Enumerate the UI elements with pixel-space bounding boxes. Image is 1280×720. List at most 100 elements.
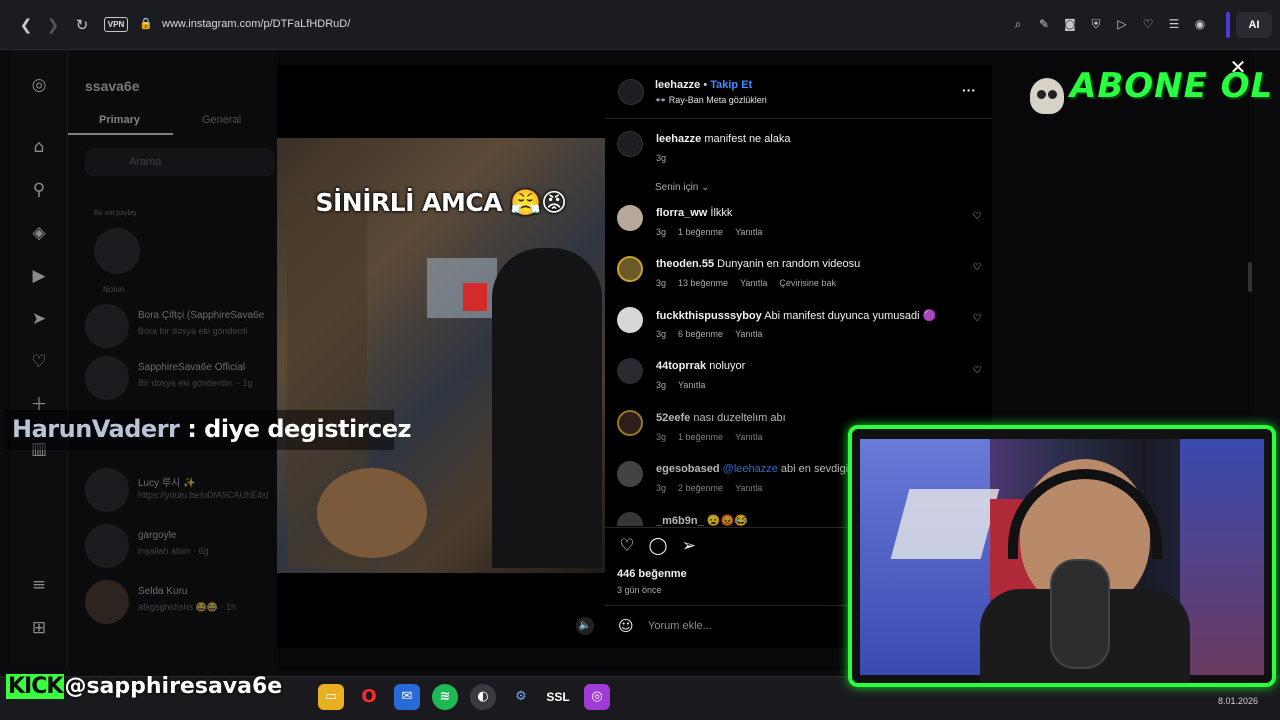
avatar: [85, 468, 129, 512]
tab-primary[interactable]: Primary: [99, 114, 140, 126]
file-explorer-icon[interactable]: ▭: [318, 684, 344, 710]
author-username[interactable]: leehazze: [655, 79, 700, 91]
address-bar[interactable]: www.instagram.com/p/DTFaLfHDRuD/: [162, 18, 350, 30]
video-caption: SİNİRLİ AMCA 😤😡: [315, 188, 567, 217]
taskbar-date: 8.01.2026: [1218, 696, 1259, 706]
skull-graphic: [1030, 78, 1064, 114]
comment: egesobased @leehazze abi en sevdigin: [656, 463, 855, 475]
reels-icon[interactable]: ▶: [28, 265, 50, 287]
comment-like-icon[interactable]: ♡: [971, 365, 983, 377]
account-icon[interactable]: ◉: [1192, 16, 1208, 32]
sort-dropdown[interactable]: Senin için ⌄: [655, 182, 710, 193]
sidebar-accent: [1226, 12, 1230, 38]
instagram-app-icon[interactable]: ◎: [584, 684, 610, 710]
avatar[interactable]: [617, 256, 643, 282]
chat-text: : diye degistircez: [179, 415, 412, 443]
comment: fuckkthispusssyboy Abi manifest duyunca …: [656, 310, 937, 322]
conversation-item[interactable]: Selda Kuru afsgsghshshs 😂😂 · 1h: [85, 580, 275, 628]
post-subtitle[interactable]: 👓 Ray-Ban Meta gözlükleri: [655, 95, 767, 106]
heart-icon[interactable]: ♡: [1140, 16, 1156, 32]
comment-meta: 3g Yanıtla: [656, 380, 706, 390]
avatar[interactable]: [617, 358, 643, 384]
note-bubble[interactable]: Bir not paylaş: [94, 210, 136, 217]
post-caption: leehazze manifest ne alaka: [656, 133, 791, 145]
lock-icon[interactable]: 🔒: [139, 17, 153, 30]
avatar[interactable]: [617, 307, 643, 333]
follow-button[interactable]: Takip Et: [710, 79, 752, 91]
conversation-item[interactable]: gargoyle inşallah abim · 6g: [85, 524, 275, 572]
comment-like-icon[interactable]: ♡: [971, 313, 983, 325]
camera-icon[interactable]: ◙: [1062, 16, 1078, 32]
search-icon[interactable]: ⚲: [28, 179, 50, 201]
mute-icon[interactable]: 🔈: [576, 617, 594, 635]
chat-author: HarunVaderr: [12, 415, 180, 443]
pottery: [317, 468, 427, 558]
chat-message-overlay: HarunVaderr : diye degistircez: [4, 410, 412, 450]
dm-search-input[interactable]: Arama: [85, 148, 275, 176]
tab-general[interactable]: General: [202, 114, 241, 126]
home-icon[interactable]: ⌂: [28, 136, 50, 158]
forward-icon[interactable]: ❯: [43, 15, 63, 35]
mail-icon[interactable]: ✉: [394, 684, 420, 710]
comment: florra_ww İlkkk: [656, 207, 733, 219]
back-icon[interactable]: ❮: [16, 15, 36, 35]
spotify-icon[interactable]: ≋: [432, 684, 458, 710]
avatar: [85, 356, 129, 400]
note-avatar[interactable]: [94, 228, 140, 274]
instagram-sidebar: ◎ ⌂ ⚲ ◈ ▶ ➤ ♡ ＋ ▥ ≡ ⊞: [10, 50, 68, 670]
obs-icon[interactable]: ◐: [470, 684, 496, 710]
apps-icon[interactable]: ⊞: [28, 617, 50, 639]
more-options-icon[interactable]: ···: [962, 82, 976, 98]
avatar[interactable]: [617, 410, 643, 436]
like-icon[interactable]: ♡: [617, 536, 637, 556]
explore-icon[interactable]: ◈: [28, 222, 50, 244]
avatar[interactable]: [617, 205, 643, 231]
conversation-item[interactable]: SapphireSava6e Official Bir dosya eki gö…: [85, 356, 275, 404]
share-icon[interactable]: ➢: [679, 536, 699, 556]
comment-like-icon[interactable]: ♡: [971, 262, 983, 274]
avatar[interactable]: [617, 461, 643, 487]
comment-icon[interactable]: ◯: [648, 536, 668, 556]
settings-icon[interactable]: ⚙: [508, 684, 534, 710]
comment-meta: 3g 13 beğenme Yanıtla Çevirisine bak: [656, 278, 836, 288]
avatar[interactable]: [617, 131, 643, 157]
conversation-item[interactable]: Bora Çiftçi (SapphireSava6e Bora bir dos…: [85, 304, 275, 352]
edit-icon[interactable]: ✎: [1036, 16, 1052, 32]
likes-count[interactable]: 446 beğenme: [617, 568, 687, 580]
avatar: [85, 304, 129, 348]
ssl-app-icon[interactable]: SSL: [544, 684, 572, 710]
search-icon[interactable]: ⌕: [1010, 16, 1026, 32]
post-header: leehazze • Takip Et: [655, 79, 753, 91]
menu-icon[interactable]: ☰: [1166, 16, 1182, 32]
comment-input[interactable]: Yorum ekle...: [648, 620, 712, 632]
reload-icon[interactable]: ↻: [72, 15, 92, 35]
avatar: [85, 580, 129, 624]
messages-icon[interactable]: ➤: [28, 308, 50, 330]
kick-handle-overlay: KICK@sapphiresava6e: [6, 674, 282, 699]
emoji-icon[interactable]: ☺: [618, 617, 636, 635]
comment-like-icon[interactable]: ♡: [971, 211, 983, 223]
ai-button[interactable]: AI: [1236, 12, 1272, 38]
note-caption: Notun: [103, 285, 125, 294]
comment-meta: 3g 6 beğenme Yanıtla: [656, 329, 763, 339]
avatar: [85, 524, 129, 568]
author-avatar[interactable]: [618, 79, 644, 105]
comment: _m6b9n_ 😦😡😂: [656, 515, 748, 527]
scrollbar[interactable]: [1248, 262, 1252, 292]
comment-meta: 3g 2 beğenme Yanıtla: [656, 483, 763, 493]
kick-handle: @sapphiresava6e: [64, 674, 283, 699]
poster: [890, 489, 1000, 559]
shield-icon[interactable]: ⛨: [1088, 16, 1104, 32]
instagram-logo-icon[interactable]: ◎: [28, 74, 50, 96]
opera-icon[interactable]: O: [356, 684, 382, 710]
vpn-badge[interactable]: VPN: [104, 17, 128, 32]
post-date: 3 gün önce: [617, 585, 662, 595]
notifications-icon[interactable]: ♡: [28, 351, 50, 373]
dm-username[interactable]: ssava6e: [85, 78, 140, 94]
person-silhouette: [492, 248, 602, 568]
play-icon[interactable]: ▷: [1114, 16, 1130, 32]
browser-toolbar: ❮ ❯ ↻ VPN 🔒 www.instagram.com/p/DTFaLfHD…: [0, 0, 1280, 50]
conversation-item[interactable]: Lucy 루시 ✨ https://youtu.be/uDfA9CAUhE4si: [85, 468, 275, 516]
more-menu-icon[interactable]: ≡: [28, 574, 50, 596]
comment: theoden.55 Dunyanin en random videosu: [656, 258, 861, 270]
